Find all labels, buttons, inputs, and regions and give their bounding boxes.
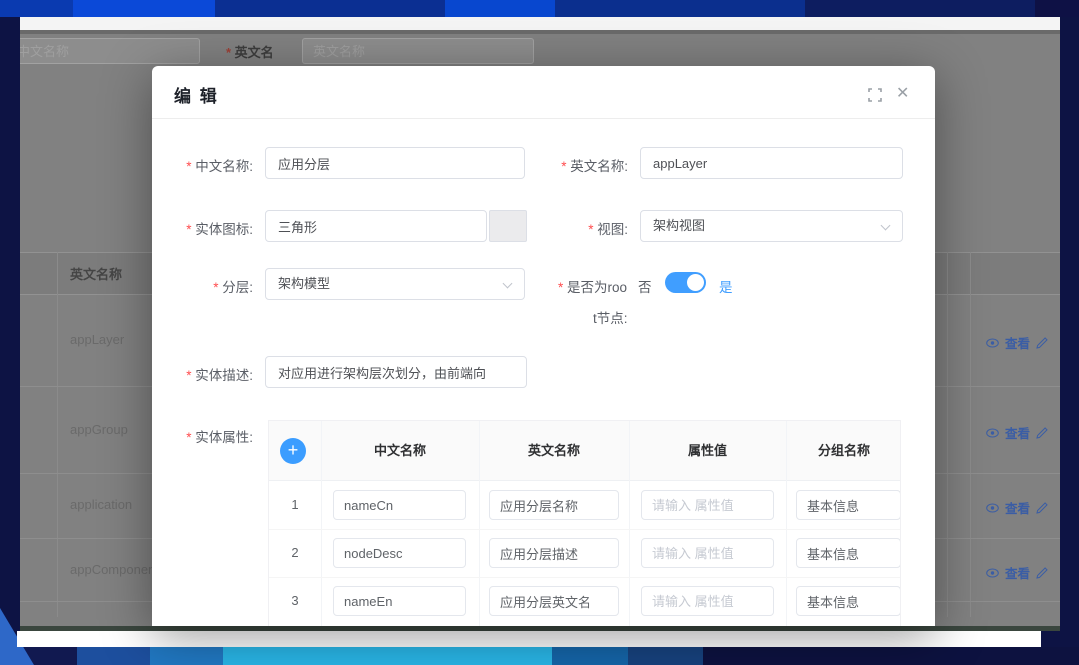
edit-pencil-icon <box>1036 567 1048 579</box>
entity-icon-label: 实体图标: <box>152 218 253 238</box>
view-link: 查看 <box>1005 423 1030 442</box>
bottom-band-segment <box>703 647 1079 665</box>
dialog-title: 编 辑 <box>174 82 219 107</box>
background-table-header-label: 英文名称 <box>70 253 122 296</box>
chevron-down-icon <box>504 280 512 288</box>
top-band-segment <box>73 0 215 17</box>
view-label: 视图: <box>527 218 628 238</box>
view-link: 查看 <box>1005 498 1030 517</box>
eye-icon <box>986 428 999 438</box>
table-column-divider <box>57 252 58 617</box>
page-top-divider <box>20 30 1060 34</box>
entity-desc-label: 实体描述: <box>152 364 253 384</box>
row-actions: 查看 <box>986 423 1048 442</box>
attr-row-number: 2 <box>269 529 321 577</box>
is-root-toggle[interactable] <box>665 272 706 293</box>
layer-label: 分层: <box>152 276 253 296</box>
attr-value-input[interactable] <box>641 586 774 616</box>
is-root-off-label: 否 <box>638 276 652 296</box>
bottom-band-segment <box>628 647 703 665</box>
add-attribute-button[interactable]: + <box>280 438 306 464</box>
dialog-header-divider <box>152 118 935 119</box>
edit-pencil-icon <box>1036 427 1048 439</box>
entity-icon-picker-button[interactable] <box>489 210 527 242</box>
fullscreen-icon[interactable] <box>868 88 882 102</box>
edit-pencil-icon <box>1036 337 1048 349</box>
table-column-divider <box>947 252 948 617</box>
attr-row-number: 1 <box>269 481 321 529</box>
table-column-divider <box>970 252 971 617</box>
row-actions: 查看 <box>986 333 1048 352</box>
attrs-header-value: 属性值 <box>629 421 786 481</box>
chevron-down-icon <box>882 222 890 230</box>
name-cn-input[interactable] <box>265 147 525 179</box>
attr-cn-input[interactable] <box>333 490 466 520</box>
table-row-en-name: appGroup <box>70 422 128 437</box>
attr-en-input[interactable] <box>489 490 619 520</box>
eye-icon <box>986 338 999 348</box>
top-band-segment <box>215 0 445 17</box>
top-band-segment <box>1035 0 1079 17</box>
view-select[interactable]: 架构视图 <box>640 210 903 242</box>
is-root-label-line1: 是否为roo <box>527 276 627 296</box>
bottom-band-segment <box>223 647 552 665</box>
close-icon[interactable]: ✕ <box>896 85 909 103</box>
name-cn-label: 中文名称: <box>152 155 253 175</box>
view-select-value: 架构视图 <box>653 218 705 233</box>
row-actions: 查看 <box>986 498 1048 517</box>
entity-attrs-table: + 中文名称 英文名称 属性值 分组名称 1 2 3 <box>268 420 901 626</box>
attrs-header-en: 英文名称 <box>479 421 629 481</box>
attrs-row-divider <box>269 529 900 530</box>
edit-dialog: 编 辑 ✕ 中文名称: 英文名称: 实体图标: 视图: 架构视图 分层: 架构模… <box>152 66 935 626</box>
bottom-band-segment <box>77 647 150 665</box>
eye-icon <box>986 568 999 578</box>
attr-group-input[interactable] <box>796 586 901 616</box>
is-root-label-line2: t节点: <box>593 307 628 327</box>
view-link: 查看 <box>1005 333 1030 352</box>
name-en-input[interactable] <box>640 147 903 179</box>
attr-cn-input[interactable] <box>333 538 466 568</box>
attrs-header-cn: 中文名称 <box>321 421 479 481</box>
attr-group-input[interactable] <box>796 538 901 568</box>
filter-cn-name-input <box>20 38 200 64</box>
attr-value-input[interactable] <box>641 538 774 568</box>
bottom-band-segment <box>150 647 223 665</box>
layer-select-value: 架构模型 <box>278 276 330 291</box>
top-band-segment <box>805 0 1035 17</box>
app-frame: 英文名 英文名称 appLayer appGroup application a… <box>0 0 1079 665</box>
attr-en-input[interactable] <box>489 586 619 616</box>
filter-en-name-input <box>302 38 534 64</box>
entity-attrs-label: 实体属性: <box>152 426 253 446</box>
entity-icon-input[interactable] <box>265 210 487 242</box>
bottom-white-strip <box>17 631 1041 647</box>
attrs-header-group: 分组名称 <box>786 421 901 481</box>
top-band-segment <box>445 0 555 17</box>
attrs-row-divider <box>269 577 900 578</box>
edit-pencil-icon <box>1036 502 1048 514</box>
table-row-en-name: application <box>70 497 132 512</box>
attr-group-input[interactable] <box>796 490 901 520</box>
attr-en-input[interactable] <box>489 538 619 568</box>
attr-value-input[interactable] <box>641 490 774 520</box>
view-link: 查看 <box>1005 563 1030 582</box>
layer-select[interactable]: 架构模型 <box>265 268 525 300</box>
bottom-band-segment <box>552 647 628 665</box>
entity-desc-input[interactable] <box>265 356 527 388</box>
is-root-on-label: 是 <box>719 276 733 296</box>
row-actions: 查看 <box>986 563 1048 582</box>
attr-cn-input[interactable] <box>333 586 466 616</box>
top-band-segment <box>555 0 805 17</box>
page-top-strip <box>20 17 1060 30</box>
filter-en-name-label: 英文名 <box>226 42 274 61</box>
table-row-en-name: appLayer <box>70 332 124 347</box>
eye-icon <box>986 503 999 513</box>
toggle-knob <box>687 274 704 291</box>
attr-row-number: 3 <box>269 577 321 625</box>
top-band-segment <box>0 0 73 17</box>
table-row-en-name: appComponent <box>70 562 159 577</box>
name-en-label: 英文名称: <box>527 155 628 175</box>
